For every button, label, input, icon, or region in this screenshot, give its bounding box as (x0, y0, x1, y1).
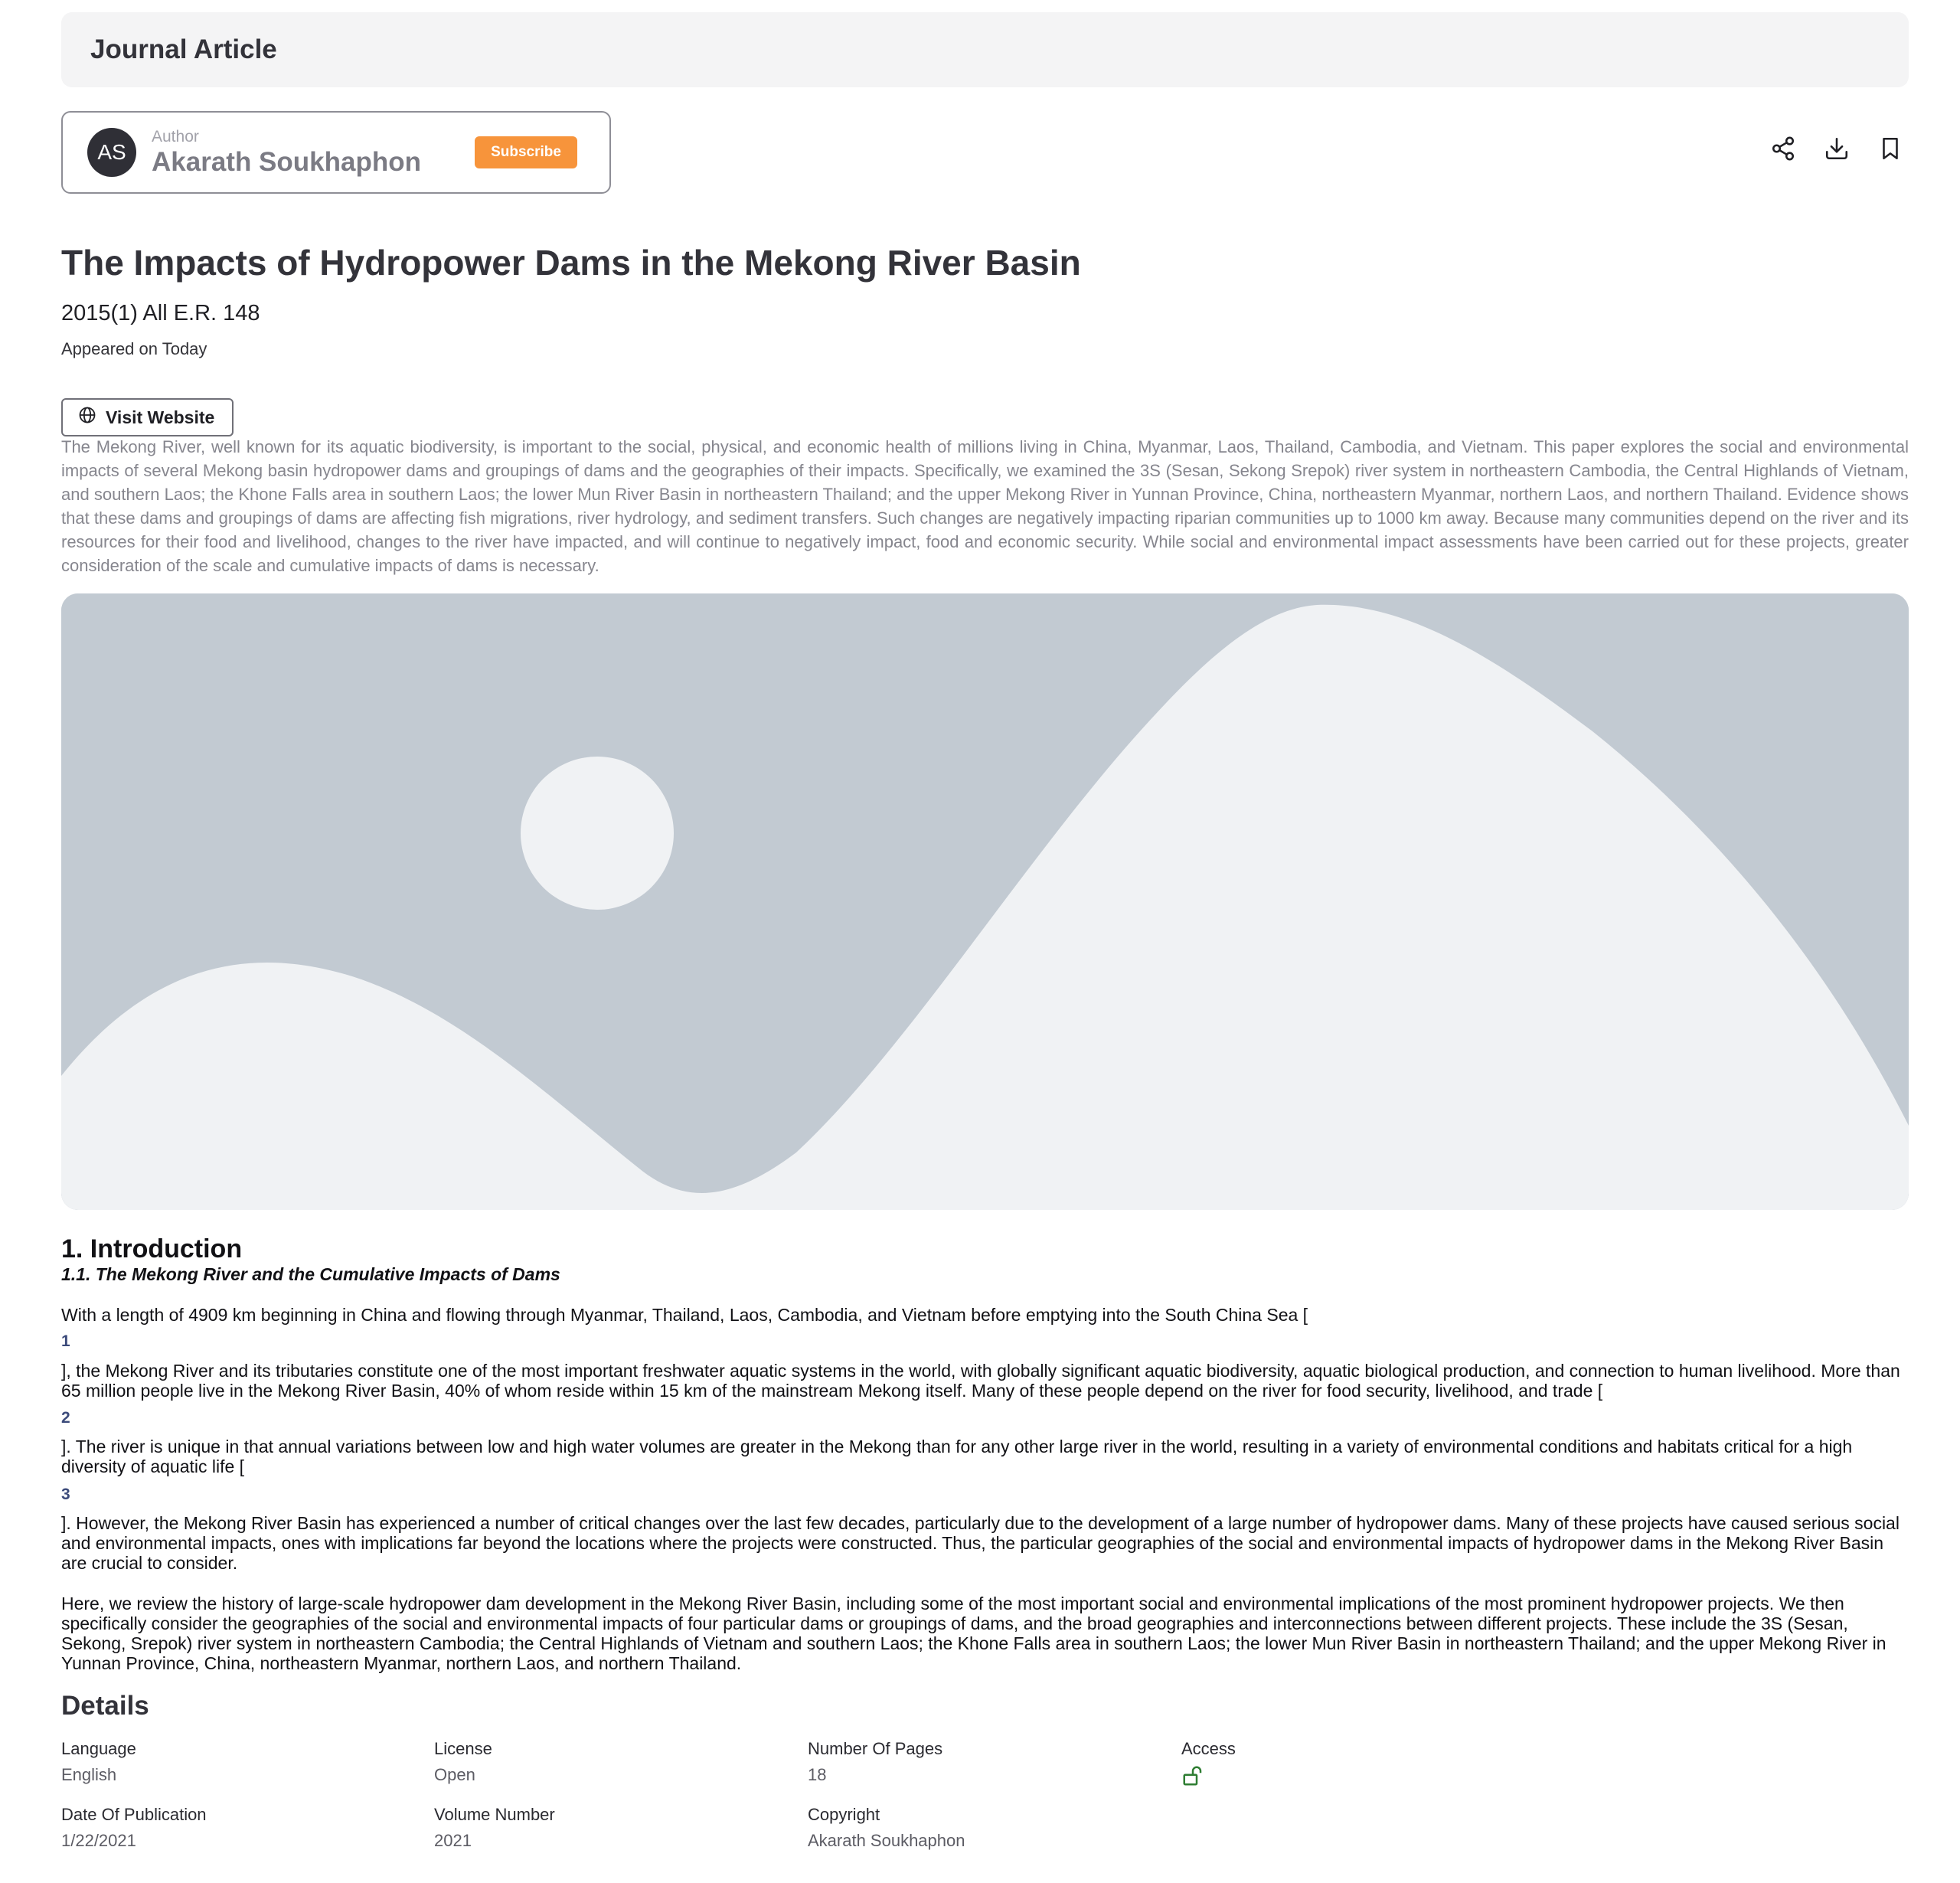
visit-website-button[interactable]: Visit Website (61, 398, 234, 436)
reference-link-3[interactable]: 3 (61, 1486, 70, 1504)
detail-value: English (61, 1765, 117, 1784)
detail-value: 1/22/2021 (61, 1831, 136, 1850)
citation: 2015(1) All E.R. 148 (61, 301, 260, 325)
download-icon[interactable] (1822, 134, 1851, 163)
placeholder-image-icon (61, 593, 1909, 1210)
intro-paragraph-2: ], the Mekong River and its tributaries … (61, 1361, 1900, 1401)
reference-link-1[interactable]: 1 (61, 1332, 70, 1351)
detail-label: Volume Number (434, 1805, 555, 1824)
detail-label: Access (1181, 1739, 1236, 1758)
author-name[interactable]: Akarath Soukhaphon (152, 147, 466, 178)
visit-website-label: Visit Website (106, 407, 215, 427)
detail-label: License (434, 1739, 492, 1758)
bookmark-icon[interactable] (1876, 134, 1905, 163)
detail-label: Date Of Publication (61, 1805, 207, 1824)
globe-icon (78, 406, 96, 429)
detail-license: License Open (434, 1738, 492, 1786)
article-actions (1769, 134, 1905, 163)
appeared-date: Appeared on Today (61, 339, 207, 358)
image-placeholder (61, 593, 1909, 1210)
detail-label: Copyright (808, 1805, 880, 1824)
detail-label: Number Of Pages (808, 1739, 943, 1758)
detail-language: Language English (61, 1738, 136, 1786)
introduction-subheading: 1.1. The Mekong River and the Cumulative… (61, 1264, 560, 1284)
subscribe-button[interactable]: Subscribe (475, 136, 577, 168)
introduction-heading: 1. Introduction (61, 1234, 243, 1264)
author-card: AS Author Akarath Soukhaphon Subscribe (61, 111, 611, 194)
avatar[interactable]: AS (87, 128, 136, 177)
detail-value: Akarath Soukhaphon (808, 1831, 965, 1850)
intro-paragraph-4: ]. However, the Mekong River Basin has e… (61, 1513, 1900, 1573)
intro-paragraph-1: With a length of 4909 km beginning in Ch… (61, 1305, 1308, 1325)
header-title: Journal Article (90, 34, 277, 64)
detail-value: Open (434, 1765, 475, 1784)
author-info: Author Akarath Soukhaphon (152, 127, 466, 178)
unlock-icon (1181, 1764, 1236, 1793)
share-icon[interactable] (1769, 134, 1798, 163)
reference-link-2[interactable]: 2 (61, 1409, 70, 1427)
detail-access: Access (1181, 1738, 1236, 1793)
intro-paragraph-5: Here, we review the history of large-sca… (61, 1594, 1886, 1673)
detail-value: 18 (808, 1765, 827, 1784)
abstract: The Mekong River, well known for its aqu… (61, 437, 1909, 575)
detail-pages: Number Of Pages 18 (808, 1738, 942, 1786)
detail-copyright: Copyright Akarath Soukhaphon (808, 1804, 965, 1852)
detail-volume: Volume Number 2021 (434, 1804, 555, 1852)
detail-value: 2021 (434, 1831, 472, 1850)
intro-paragraph-3: ]. The river is unique in that annual va… (61, 1437, 1853, 1476)
article-title: The Impacts of Hydropower Dams in the Me… (61, 243, 1081, 283)
detail-label: Language (61, 1739, 136, 1758)
detail-date: Date Of Publication 1/22/2021 (61, 1804, 207, 1852)
page-header: Journal Article (61, 12, 1909, 87)
details-heading: Details (61, 1691, 149, 1721)
author-label: Author (152, 128, 199, 145)
